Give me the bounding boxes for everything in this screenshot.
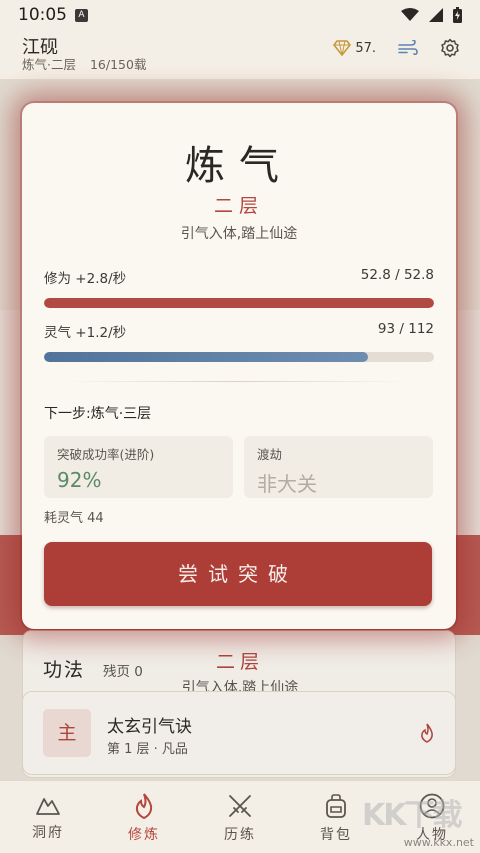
tribulation-box: 渡劫 非大关 xyxy=(244,436,433,498)
lingqi-bar-fill xyxy=(44,352,368,362)
success-rate-value: 92% xyxy=(57,468,102,492)
lingqi-cost: 耗灵气 44 xyxy=(44,511,104,526)
xiuwei-label: 修为 +2.8/秒 xyxy=(44,271,127,287)
backpack-icon xyxy=(326,794,346,818)
status-time: 10:05 xyxy=(18,5,67,25)
xiuwei-bar-track xyxy=(44,298,434,308)
gem-icon xyxy=(333,40,352,56)
lingqi-bar-track xyxy=(44,352,434,362)
realm-tier: 二层 xyxy=(213,195,264,217)
watermark-logo: KK下载 xyxy=(362,798,462,833)
lingqi-progress: 灵气 +1.2/秒 93 / 112 xyxy=(44,321,434,362)
app-screen: 10:05 A 江砚 炼气·二层 16/150载 57. 二层 引气入体,踏上仙… xyxy=(0,0,480,853)
attempt-breakthrough-button[interactable]: 尝试突破 xyxy=(44,542,432,606)
lingqi-value: 93 / 112 xyxy=(377,321,434,337)
realm-description: 引气入体,踏上仙途 xyxy=(180,226,298,242)
status-bar: 10:05 A xyxy=(0,0,480,30)
lingqi-label: 灵气 +1.2/秒 xyxy=(44,325,127,341)
player-subinfo: 炼气·二层 16/150载 xyxy=(22,54,156,73)
success-rate-label: 突破成功率(进阶) xyxy=(57,447,155,462)
success-rate-box: 突破成功率(进阶) 92% xyxy=(44,436,233,498)
xiuwei-bar-fill xyxy=(44,298,434,308)
nav-label-beibao: 背包 xyxy=(320,827,352,843)
lifespan: 16/150载 xyxy=(89,57,147,72)
gear-icon[interactable] xyxy=(440,38,460,58)
notification-a-icon: A xyxy=(75,8,88,22)
signal-icon xyxy=(429,8,443,22)
tribulation-label: 渡劫 xyxy=(257,447,283,462)
nav-label-xiulian: 修炼 xyxy=(128,827,160,843)
nav-label-lilian: 历练 xyxy=(224,827,256,843)
xiuwei-value: 52.8 / 52.8 xyxy=(360,267,434,283)
tribulation-value: 非大关 xyxy=(257,472,317,496)
wifi-icon xyxy=(401,8,419,21)
top-header: 江砚 炼气·二层 16/150载 57. xyxy=(0,30,480,80)
nav-item-dongfu[interactable]: 洞府 xyxy=(0,781,96,853)
battery-icon xyxy=(453,7,462,23)
xiuwei-progress: 修为 +2.8/秒 52.8 / 52.8 xyxy=(44,267,434,308)
currency-value: 57. xyxy=(355,40,376,56)
nav-item-lilian[interactable]: 历练 xyxy=(192,781,288,853)
currency-display[interactable]: 57. xyxy=(333,40,376,56)
flame-icon xyxy=(135,793,153,819)
nav-item-xiulian[interactable]: 修炼 xyxy=(96,781,192,853)
nav-label-dongfu: 洞府 xyxy=(32,825,64,841)
section-divider xyxy=(62,381,412,382)
next-step-label: 下一步:炼气·三层 xyxy=(44,406,152,422)
realm-short: 炼气·二层 xyxy=(22,57,76,72)
wind-icon[interactable] xyxy=(398,40,418,56)
mountain-icon xyxy=(36,798,60,815)
watermark-text: www.kkx.net xyxy=(403,836,474,849)
realm-title: 炼气 xyxy=(185,143,293,189)
crossed-swords-icon xyxy=(229,795,251,817)
breakthrough-modal: 炼气 二层 引气入体,踏上仙途 修为 +2.8/秒 52.8 / 52.8 灵气… xyxy=(22,103,456,629)
